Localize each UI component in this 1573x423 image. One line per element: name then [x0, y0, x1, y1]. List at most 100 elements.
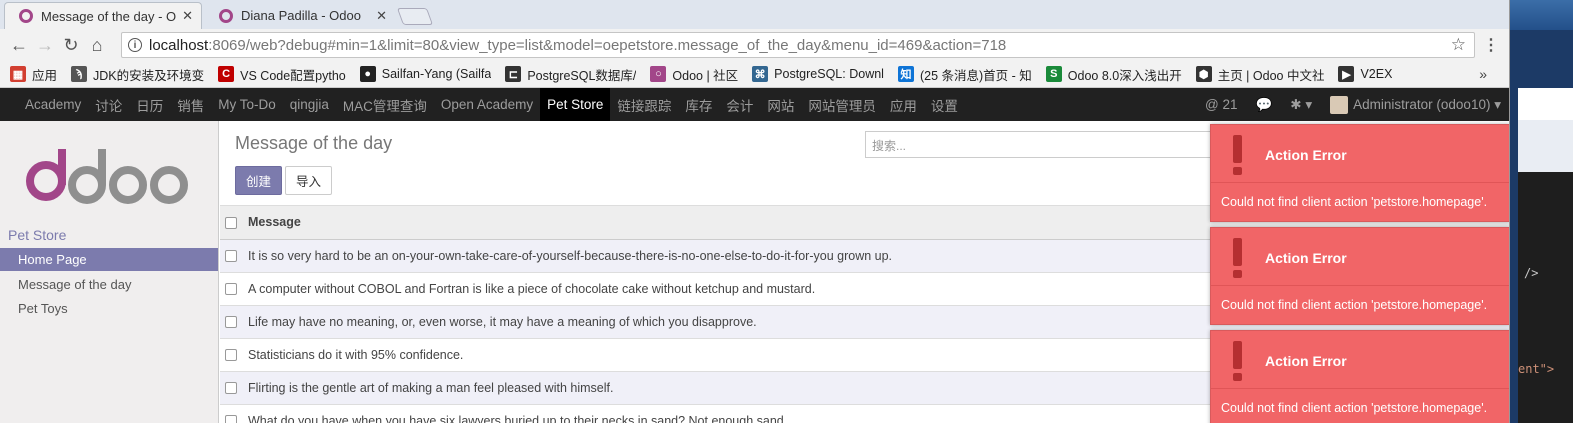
top-menu-item[interactable]: 应用: [883, 88, 924, 121]
bookmark-item[interactable]: ● Sailfan-Yang (Sailfa: [359, 66, 492, 82]
c-icon: C: [218, 66, 235, 82]
url-host: localhost: [149, 36, 209, 54]
close-icon[interactable]: ✕: [182, 8, 193, 24]
top-menu-item[interactable]: 日历: [129, 88, 170, 121]
error-notification[interactable]: Action Error Could not find client action…: [1210, 330, 1509, 423]
sidebar-item-home-page[interactable]: Home Page: [0, 248, 218, 271]
bookmark-item[interactable]: 知 (25 条消息)首页 - 知: [897, 65, 1032, 84]
row-checkbox[interactable]: [225, 316, 237, 329]
browser-tab[interactable]: Diana Padilla - Odoo ✕: [205, 2, 395, 29]
info-icon[interactable]: i: [128, 38, 142, 52]
bookmark-item[interactable]: ○ Odoo | 社区: [650, 65, 738, 84]
v2ex-icon: ▶: [1338, 66, 1355, 82]
systray: @ 21 💬 ✱ ▾ Administrator (odoo10) ▾: [1187, 88, 1501, 121]
import-button[interactable]: 导入: [285, 166, 333, 195]
bug-icon[interactable]: ✱ ▾: [1290, 97, 1312, 113]
top-menu-item[interactable]: 网站管理员: [801, 88, 883, 121]
mentions-counter[interactable]: @ 21: [1205, 97, 1238, 112]
mentions-count: 21: [1222, 97, 1238, 112]
top-menu-item[interactable]: 讨论: [88, 88, 129, 121]
bookmark-item[interactable]: ▶ V2EX: [1338, 66, 1392, 82]
sidebar-item-pet-toys[interactable]: Pet Toys: [0, 297, 218, 320]
top-menu-item[interactable]: My To-Do: [211, 88, 283, 121]
notification-message: Could not find client action 'petstore.h…: [1221, 298, 1488, 312]
top-menu-item[interactable]: MAC管理查询: [336, 88, 434, 121]
home-icon[interactable]: ⌂: [84, 32, 110, 58]
notification-header: Action Error: [1211, 125, 1509, 183]
bookmark-item[interactable]: ⌘ PostgreSQL: Downl: [752, 66, 884, 82]
bookmark-label: Odoo 8.0深入浅出开: [1067, 68, 1182, 83]
row-checkbox[interactable]: [225, 415, 237, 423]
row-checkbox[interactable]: [225, 250, 237, 263]
bookmark-label: Odoo | 社区: [672, 68, 739, 83]
breadcrumb: Message of the day: [235, 133, 393, 153]
address-bar[interactable]: i localhost:8069/web?debug#min=1&limit=8…: [121, 32, 1475, 58]
top-menu-item[interactable]: qingjia: [283, 88, 336, 121]
bookmark-item[interactable]: ⬢ 主页 | Odoo 中文社: [1195, 65, 1325, 84]
notification-title: Action Error: [1265, 250, 1347, 266]
search-input[interactable]: 搜索...: [865, 131, 1215, 158]
top-menu-item[interactable]: Open Academy: [434, 88, 540, 121]
background-window-panel: [1518, 88, 1573, 120]
bookmark-label: Sailfan-Yang (Sailfa: [381, 67, 492, 81]
bookmarks-overflow-icon[interactable]: »: [1479, 66, 1487, 82]
bookmark-label: PostgreSQL数据库/: [527, 68, 637, 83]
browser-tab-active[interactable]: Message of the day - O ✕: [4, 2, 202, 29]
select-all-checkbox[interactable]: [225, 216, 237, 229]
notification-title: Action Error: [1265, 147, 1347, 163]
chat-icon[interactable]: 💬: [1255, 97, 1272, 113]
create-button[interactable]: 创建: [235, 166, 283, 195]
exclamation-icon: [1233, 135, 1243, 177]
sidebar-category: Pet Store: [8, 227, 67, 243]
bookmark-label: PostgreSQL: Downl: [774, 67, 884, 81]
sidebar-item-message-of-the-day[interactable]: Message of the day: [0, 273, 218, 296]
more-menu-icon[interactable]: ⋮: [1483, 35, 1499, 55]
bookmark-label: (25 条消息)首页 - 知: [919, 68, 1032, 83]
notification-header: Action Error: [1211, 331, 1509, 389]
bookmark-item[interactable]: C VS Code配置pytho: [218, 65, 346, 84]
top-menu-item[interactable]: 网站: [760, 88, 801, 121]
row-checkbox[interactable]: [225, 349, 237, 362]
error-notification[interactable]: Action Error Could not find client action…: [1210, 227, 1509, 325]
bookmark-item[interactable]: ⊏ PostgreSQL数据库/: [505, 65, 636, 84]
browser-toolbar: ← → ↻ ⌂ i localhost:8069/web?debug#min=1…: [0, 29, 1509, 61]
url-text: localhost:8069/web?debug#min=1&limit=80&…: [149, 37, 1006, 54]
codeblock-icon: ⊏: [505, 66, 522, 82]
user-name: Administrator (odoo10): [1353, 97, 1491, 112]
notification-header: Action Error: [1211, 228, 1509, 286]
close-icon[interactable]: ✕: [376, 8, 387, 24]
tab-strip: Message of the day - O ✕ Diana Padilla -…: [0, 0, 1509, 29]
reload-icon[interactable]: ↻: [58, 32, 84, 58]
bookmarks-bar: ▦ 应用 ϡ JDK的安装及环境变 C VS Code配置pytho ● Sailfan-Ya…: [0, 61, 1509, 88]
top-menu-item[interactable]: Pet Store: [540, 88, 611, 121]
top-menu-item[interactable]: 销售: [170, 88, 211, 121]
bookmark-item[interactable]: ▦ 应用: [10, 65, 57, 84]
star-icon[interactable]: ☆: [1451, 35, 1466, 55]
bookmark-label: 应用: [32, 68, 58, 83]
odoo-icon: ○: [650, 66, 667, 82]
back-arrow-icon[interactable]: ←: [6, 32, 32, 58]
forward-arrow-icon[interactable]: →: [32, 32, 58, 58]
notification-message: Could not find client action 'petstore.h…: [1221, 195, 1488, 209]
error-notification[interactable]: Action Error Could not find client action…: [1210, 124, 1509, 222]
odoo-favicon-icon: [19, 9, 33, 23]
exclamation-icon: [1233, 238, 1243, 280]
top-menu-item[interactable]: 设置: [924, 88, 965, 121]
bookmark-label: V2EX: [1360, 67, 1393, 81]
code-fragment: ent">: [1518, 362, 1555, 376]
top-menu-item[interactable]: 库存: [678, 88, 719, 121]
bookmark-label: 主页 | Odoo 中文社: [1217, 68, 1325, 83]
top-menu-item[interactable]: 会计: [719, 88, 760, 121]
row-checkbox[interactable]: [225, 283, 237, 296]
odoo-logo: [26, 149, 188, 204]
bookmark-item[interactable]: S Odoo 8.0深入浅出开: [1045, 65, 1182, 84]
new-tab-button[interactable]: [396, 8, 434, 25]
bookmark-item[interactable]: ϡ JDK的安装及环境变: [71, 65, 204, 84]
top-menu-item[interactable]: 链接跟踪: [610, 88, 678, 121]
apps-grid-icon: ▦: [10, 66, 26, 82]
user-menu[interactable]: Administrator (odoo10) ▾: [1330, 95, 1501, 114]
exclamation-icon: [1233, 341, 1243, 383]
row-checkbox[interactable]: [225, 382, 237, 395]
tab-title: Diana Padilla - Odoo: [241, 8, 361, 23]
top-menu-item[interactable]: Academy: [18, 88, 88, 121]
